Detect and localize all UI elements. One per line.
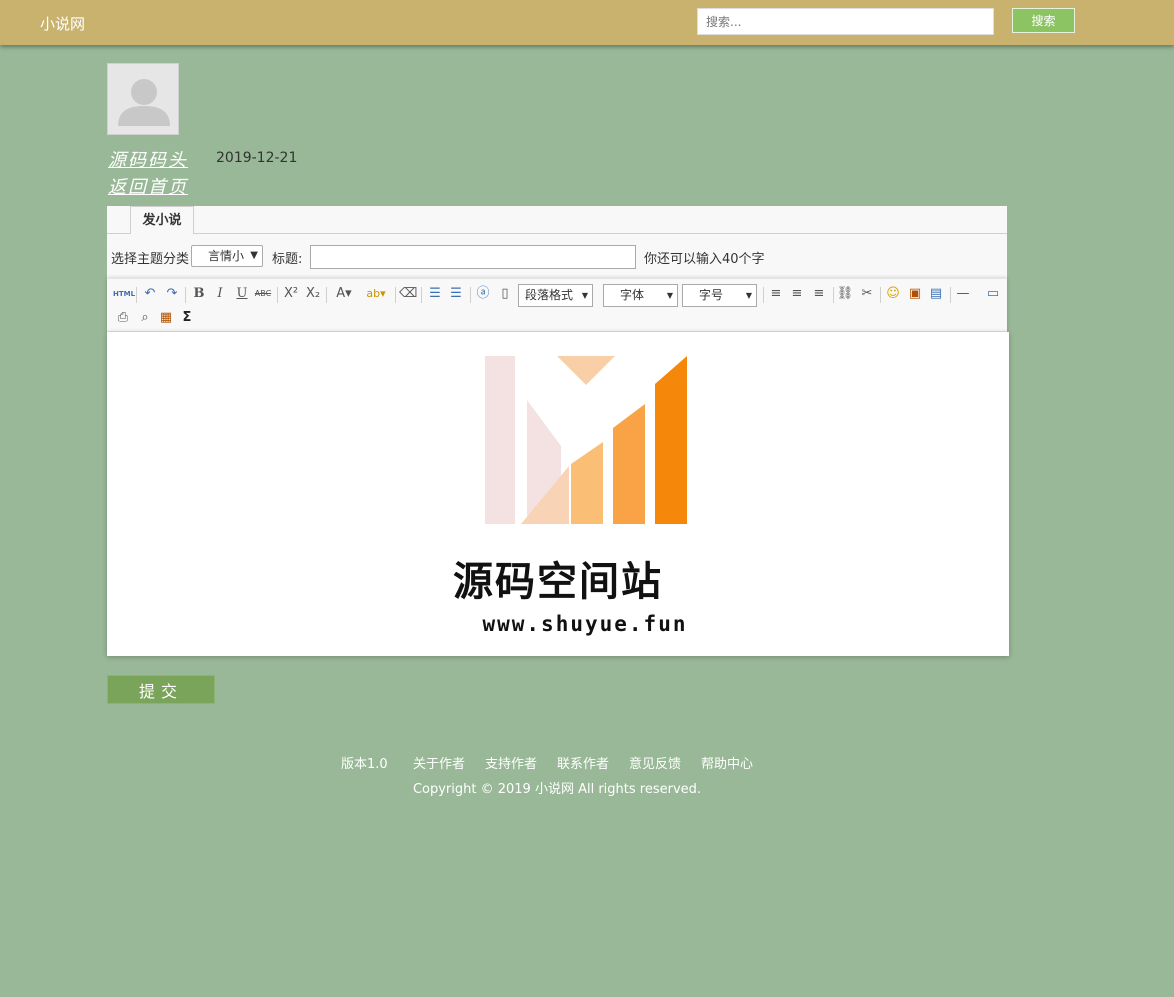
toolbar-separator — [185, 287, 186, 303]
tab-post-novel[interactable]: 发小说 — [130, 206, 194, 235]
eraser-icon[interactable]: ⌫ — [399, 285, 417, 303]
footer-link-support[interactable]: 支持作者 — [485, 753, 537, 772]
toolbar-separator — [421, 287, 422, 303]
undo-icon[interactable]: ↶ — [141, 285, 159, 303]
chevron-down-icon: ▼ — [666, 291, 673, 300]
unlink-icon[interactable]: ✂ — [858, 285, 876, 303]
bold-icon[interactable]: B — [190, 285, 208, 303]
ordered-list-icon[interactable]: ☰ — [426, 285, 444, 303]
post-form-row: 选择主题分类 言情小 ▼ 标题: 你还可以输入40个字 — [107, 234, 1007, 278]
post-date: 2019-12-21 — [216, 150, 298, 166]
align-center-icon[interactable]: ≡ — [788, 285, 806, 303]
default-user-icon — [108, 64, 178, 134]
html-source-icon[interactable]: HTML — [113, 285, 135, 303]
logo-url: www.shuyue.fun — [482, 612, 688, 636]
paste-icon[interactable]: ▦ — [157, 309, 175, 327]
editor-content-area[interactable]: 源码空间站 www.shuyue.fun — [107, 332, 1009, 656]
print-icon[interactable]: ⎙ — [114, 309, 132, 327]
preview-search-icon[interactable]: ⌕ — [136, 309, 154, 327]
back-home-link[interactable]: 返回首页 — [108, 173, 188, 199]
font-color-icon[interactable]: A▾ — [331, 285, 357, 303]
toolbar-separator — [395, 287, 396, 303]
redo-icon[interactable]: ↷ — [163, 285, 181, 303]
unordered-list-icon[interactable]: ☰ — [447, 285, 465, 303]
toolbar-separator — [833, 287, 834, 303]
horizontal-rule-icon[interactable]: — — [954, 285, 972, 303]
footer-link-contact[interactable]: 联系作者 — [557, 753, 609, 772]
font-family-select[interactable]: 字体 ▼ — [603, 284, 678, 307]
copyright-text: Copyright © 2019 小说网 All rights reserved… — [412, 782, 702, 797]
toolbar-separator — [880, 287, 881, 303]
category-selected-value: 言情小 — [208, 249, 245, 263]
chevron-down-icon: ▼ — [581, 291, 588, 300]
title-label: 标题: — [272, 252, 303, 267]
footer-link-feedback[interactable]: 意见反馈 — [629, 753, 681, 772]
font-size-select[interactable]: 字号 ▼ — [682, 284, 757, 307]
formula-sigma-icon[interactable]: Σ — [178, 309, 196, 327]
category-label: 选择主题分类 — [111, 252, 190, 267]
footer-link-help[interactable]: 帮助中心 — [701, 753, 753, 772]
toolbar-separator — [277, 287, 278, 303]
video-icon[interactable]: ▤ — [927, 285, 945, 303]
toolbar-separator — [950, 287, 951, 303]
title-input[interactable] — [310, 245, 636, 269]
underline-icon[interactable]: U — [233, 285, 251, 303]
editor-toolbar: HTML ↶ ↷ B I U ABC X² X₂ A▾ ab▾ ⌫ ☰ ☰ ⓐ … — [107, 278, 1007, 332]
superscript-icon[interactable]: X² — [282, 285, 300, 303]
chevron-down-icon: ▼ — [250, 250, 258, 261]
toolbar-separator — [763, 287, 764, 303]
avatar — [107, 63, 179, 135]
tab-bar: 发小说 — [107, 206, 1007, 235]
toolbar-separator — [136, 287, 137, 303]
site-brand-link[interactable]: 小说网 — [40, 13, 85, 34]
link-text-icon[interactable]: ⓐ — [474, 285, 492, 303]
char-limit-hint: 你还可以输入40个字 — [644, 252, 765, 267]
chevron-down-icon: ▼ — [745, 291, 752, 300]
novel-editor-panel: 发小说 选择主题分类 言情小 ▼ 标题: 你还可以输入40个字 HTML ↶ ↷… — [107, 206, 1009, 656]
subscript-icon[interactable]: X₂ — [304, 285, 322, 303]
toolbar-separator — [470, 287, 471, 303]
preview-icon[interactable]: ▭ — [984, 285, 1002, 303]
category-select[interactable]: 言情小 ▼ — [191, 245, 263, 267]
image-icon[interactable]: ▣ — [906, 285, 924, 303]
footer-link-version[interactable]: 版本1.0 — [341, 753, 388, 772]
logo-title: 源码空间站 — [453, 559, 663, 605]
align-left-icon[interactable]: ≡ — [767, 285, 785, 303]
align-right-icon[interactable]: ≡ — [810, 285, 828, 303]
link-icon[interactable]: ⛓ — [836, 285, 854, 303]
italic-icon[interactable]: I — [211, 285, 229, 303]
toolbar-separator — [326, 287, 327, 303]
search-button[interactable]: 搜索 — [1012, 8, 1075, 33]
highlight-color-icon[interactable]: ab▾ — [362, 285, 390, 303]
paragraph-format-select[interactable]: 段落格式 ▼ — [518, 284, 593, 307]
emoji-icon[interactable]: ☺ — [884, 285, 902, 303]
font-size-label: 字号 — [699, 288, 724, 302]
site-logo-icon — [485, 356, 687, 524]
font-family-label: 字体 — [620, 288, 645, 302]
footer-link-about[interactable]: 关于作者 — [413, 753, 465, 772]
footer-links: 版本1.0 关于作者 支持作者 联系作者 意见反馈 帮助中心 — [0, 753, 1174, 772]
author-link[interactable]: 源码码头 — [108, 146, 188, 172]
top-navbar: 小说网 搜索 — [0, 0, 1174, 45]
page-icon[interactable]: ▯ — [496, 285, 514, 303]
strikethrough-icon[interactable]: ABC — [254, 285, 272, 303]
search-input[interactable] — [697, 8, 994, 35]
submit-button[interactable]: 提交 — [107, 675, 215, 704]
paragraph-format-label: 段落格式 — [525, 288, 574, 302]
